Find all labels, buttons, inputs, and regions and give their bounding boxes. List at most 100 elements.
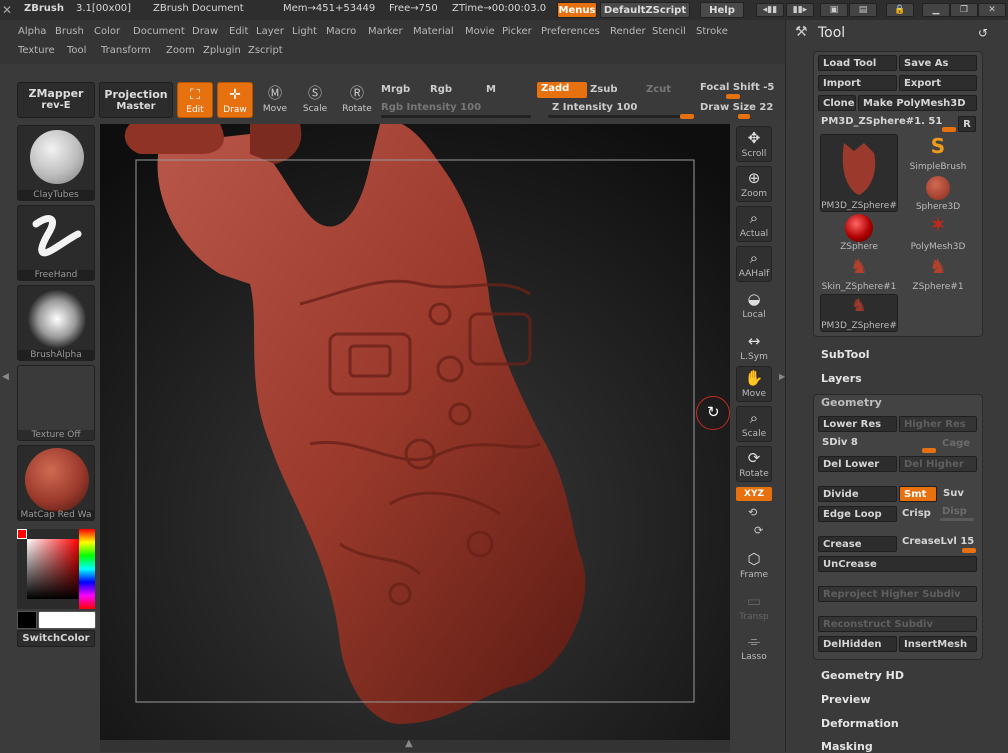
insertmesh-button[interactable]: InsertMesh xyxy=(899,636,977,652)
menu-movie[interactable]: Movie xyxy=(465,26,495,37)
tool-thumb-polymesh3d[interactable]: ✶ PolyMesh3D xyxy=(899,214,977,253)
preview-section[interactable]: Preview xyxy=(821,693,871,706)
reset-palette-icon[interactable]: ↺ xyxy=(978,26,988,40)
minimize-icon[interactable]: ▁ xyxy=(922,3,950,17)
draw-size-slider[interactable]: Draw Size 22 xyxy=(700,102,773,113)
default-zscript-button[interactable]: DefaultZScript xyxy=(600,2,690,18)
aahalf-tool[interactable]: ⌕ AAHalf xyxy=(736,246,772,282)
menu-color[interactable]: Color xyxy=(94,26,120,37)
menu-draw[interactable]: Draw xyxy=(192,26,218,37)
local-tool[interactable]: ◒ Local xyxy=(736,288,772,324)
menu-layer[interactable]: Layer xyxy=(256,26,284,37)
menu-brush[interactable]: Brush xyxy=(55,26,84,37)
current-tool-slider[interactable]: PM3D_ZSphere#1. 51 xyxy=(821,116,942,127)
draw-mode-button[interactable]: ✛ Draw xyxy=(217,82,253,118)
clone-button[interactable]: Clone xyxy=(818,95,856,111)
menu-document[interactable]: Document xyxy=(133,26,185,37)
rotate-y-icon[interactable]: ⟲ xyxy=(748,506,757,519)
frame-tool[interactable]: ⬡ Frame xyxy=(736,548,772,584)
focal-shift-knob[interactable] xyxy=(726,94,740,99)
deformation-section[interactable]: Deformation xyxy=(821,717,899,730)
projection-master-button[interactable]: Projection Master xyxy=(99,82,173,118)
hue-strip[interactable] xyxy=(79,529,95,609)
edit-mode-button[interactable]: ⛶ Edit xyxy=(177,82,213,118)
stroke-picker[interactable]: FreeHand xyxy=(17,205,95,281)
texture-picker[interactable]: Texture Off xyxy=(17,365,95,441)
smt-toggle[interactable]: Smt xyxy=(899,486,937,502)
move-view-tool[interactable]: ✋ Move xyxy=(736,366,772,402)
scale-view-tool[interactable]: ⌕ Scale xyxy=(736,406,772,442)
menu-preferences[interactable]: Preferences xyxy=(541,26,600,37)
reconstruct-subdiv-button[interactable]: Reconstruct Subdiv xyxy=(818,616,977,632)
creaselvl-knob[interactable] xyxy=(962,548,976,553)
tool-thumb-zsphere1[interactable]: ♞ ZSphere#1 xyxy=(899,254,977,292)
alpha-picker[interactable]: BrushAlpha xyxy=(17,285,95,361)
tool-thumb-skin-zsphere[interactable]: ♞ Skin_ZSphere#1 xyxy=(820,254,898,292)
cage-button[interactable]: Cage xyxy=(942,438,970,449)
current-tool-knob[interactable] xyxy=(942,127,956,132)
bottom-tray-toggle-icon[interactable]: ▲ xyxy=(405,738,413,749)
help-button[interactable]: Help xyxy=(700,2,744,18)
draw-size-knob[interactable] xyxy=(738,114,750,119)
menu-stencil[interactable]: Stencil xyxy=(652,26,686,37)
del-higher-button[interactable]: Del Higher xyxy=(899,456,977,472)
menu-tool[interactable]: Tool xyxy=(67,45,86,56)
scroll-tool[interactable]: ✥ Scroll xyxy=(736,126,772,162)
primary-color-swatch[interactable] xyxy=(17,611,37,629)
tool-thumb-simplebrush[interactable]: S SimpleBrush xyxy=(899,134,977,172)
menu-texture[interactable]: Texture xyxy=(18,45,55,56)
divide-button[interactable]: Divide xyxy=(818,486,897,502)
suv-toggle[interactable]: Suv xyxy=(943,488,964,499)
color-picker[interactable] xyxy=(17,529,95,609)
m-toggle[interactable]: M xyxy=(486,84,496,95)
close-icon[interactable]: ✕ xyxy=(978,3,1006,17)
menu-zoom[interactable]: Zoom xyxy=(166,45,195,56)
material-picker[interactable]: MatCap Red Wa xyxy=(17,445,95,521)
tool-thumb-current[interactable]: PM3D_ZSphere# xyxy=(820,134,898,212)
saturation-value-square[interactable] xyxy=(27,539,79,599)
lasso-tool[interactable]: ⌯ Lasso xyxy=(736,630,772,666)
restore-icon[interactable]: ❐ xyxy=(950,3,978,17)
subtool-section[interactable]: SubTool xyxy=(821,348,870,361)
load-tool-button[interactable]: Load Tool xyxy=(818,55,897,71)
zmapper-button[interactable]: ZMapper rev-E xyxy=(17,82,95,118)
delhidden-button[interactable]: DelHidden xyxy=(818,636,897,652)
zcut-button[interactable]: Zcut xyxy=(646,84,671,95)
actual-tool[interactable]: ⌕ Actual xyxy=(736,206,772,242)
masking-section[interactable]: Masking xyxy=(821,740,873,753)
left-tray-toggle-icon[interactable]: ◀ xyxy=(2,372,10,386)
menu-picker[interactable]: Picker xyxy=(502,26,532,37)
geometry-hd-section[interactable]: Geometry HD xyxy=(821,669,904,682)
z-intensity-knob[interactable] xyxy=(680,114,694,119)
r-button[interactable]: R xyxy=(958,116,976,132)
menu-transform[interactable]: Transform xyxy=(101,45,151,56)
scale-mode-button[interactable]: Ⓢ Scale xyxy=(297,82,333,118)
crease-button[interactable]: Crease xyxy=(818,536,897,552)
focal-shift-slider[interactable]: Focal Shift -5 xyxy=(700,82,774,93)
make-polymesh3d-button[interactable]: Make PolyMesh3D xyxy=(858,95,977,111)
import-button[interactable]: Import xyxy=(818,75,897,91)
menus-button[interactable]: Menus xyxy=(557,2,597,18)
lsym-tool[interactable]: ↔ L.Sym xyxy=(736,330,772,366)
menu-render[interactable]: Render xyxy=(610,26,646,37)
color-cursor-icon[interactable] xyxy=(17,529,27,539)
sdiv-slider[interactable]: SDiv 8 xyxy=(822,437,858,448)
menu-zscript[interactable]: Zscript xyxy=(248,45,283,56)
zsub-button[interactable]: Zsub xyxy=(590,84,617,95)
zoom-tool[interactable]: ⊕ Zoom xyxy=(736,166,772,202)
xyz-toggle[interactable]: XYZ xyxy=(736,487,772,501)
crisp-toggle[interactable]: Crisp xyxy=(902,508,931,519)
menu-alpha[interactable]: Alpha xyxy=(18,26,46,37)
export-button[interactable]: Export xyxy=(899,75,977,91)
scroll-right-icon[interactable]: ▮▮▸ xyxy=(786,3,814,17)
menu-edit[interactable]: Edit xyxy=(229,26,248,37)
transp-tool[interactable]: ▭ Transp xyxy=(736,590,772,626)
geometry-section[interactable]: Geometry xyxy=(821,396,882,409)
disp-slider[interactable]: Disp xyxy=(942,506,967,517)
creaselvl-slider[interactable]: CreaseLvl 15 xyxy=(902,536,974,547)
lock-icon[interactable]: 🔒 xyxy=(886,3,914,17)
menu-macro[interactable]: Macro xyxy=(326,26,356,37)
rotate-mode-button[interactable]: Ⓡ Rotate xyxy=(339,82,375,118)
tool-thumb-pm3d[interactable]: ♞ PM3D_ZSphere# xyxy=(820,294,898,332)
lower-res-button[interactable]: Lower Res xyxy=(818,416,897,432)
